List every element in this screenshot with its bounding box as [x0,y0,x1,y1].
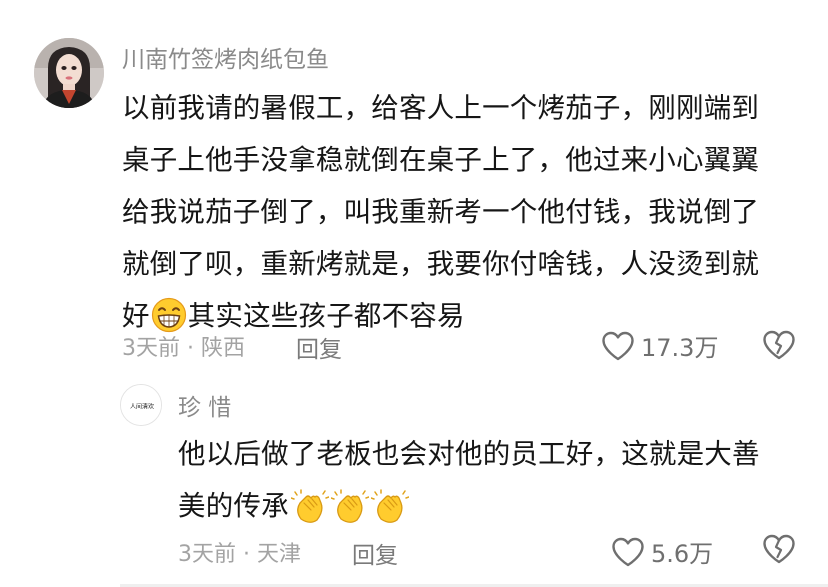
like-button[interactable]: 17.3万 [601,328,718,363]
comment-text: 以前我请的暑假工，给客人上一个烤茄子，刚刚端到 桌子上他手没拿稳就倒在桌子上了，… [122,82,759,342]
clapping-hands-emoji [290,489,329,523]
comment-text-line: 桌子上他手没拿稳就倒在桌子上了，他过来小心翼翼 [122,144,760,176]
dislike-button[interactable] [762,330,796,364]
comment-text-fragment: 美的传承 [178,490,289,522]
heart-outline-icon [612,537,644,566]
like-count: 5.6万 [651,540,714,568]
avatar-text: 人间清欢 [130,403,154,411]
reply-button[interactable]: 回复 [352,536,398,570]
comment-text-line: 美的传承 [178,480,760,533]
reply-button[interactable]: 回复 [296,330,342,364]
comment-meta: 3天前 · 陕西 [122,330,245,362]
comment-meta: 3天前 · 天津 [178,536,301,568]
broken-heart-icon [763,330,795,360]
dislike-button[interactable] [762,534,796,568]
comment-username[interactable]: 川南竹签烤肉纸包鱼 [122,40,329,74]
comment-location: 陕西 [201,336,246,361]
user-avatar[interactable] [34,38,104,108]
comment-username[interactable]: 珍 惜 [178,388,231,422]
comment-text-line: 以前我请的暑假工，给客人上一个烤茄子，刚刚端到 [122,92,760,124]
comment-text-line: 给我说茄子倒了，叫我重新考一个他付钱，我说倒了 [122,196,760,228]
text-logo-avatar: 人间清欢 [121,385,161,425]
heart-outline-icon [602,331,634,360]
grinning-face-emoji [151,297,186,333]
comment-location: 天津 [257,542,302,567]
comment-text-fragment: 其实这些孩子都不容易 [187,300,465,332]
user-avatar[interactable]: 人间清欢 [120,384,162,426]
clapping-hands-emoji [370,489,409,523]
woman-portrait-avatar [34,38,104,108]
like-count: 17.3万 [641,334,719,362]
like-button[interactable]: 5.6万 [611,534,713,569]
clapping-hands-emoji-group [290,481,409,533]
comment-text-fragment: 好 [122,300,150,332]
meta-separator: · [243,542,250,567]
meta-separator: · [187,336,194,361]
comment-text-line: 就倒了呗，重新烤就是，我要你付啥钱，人没烫到就 [122,248,760,280]
comment-text-line: 他以后做了老板也会对他的员工好，这就是大善 [178,438,760,470]
comment-text: 他以后做了老板也会对他的员工好，这就是大善 美的传承 [178,428,760,533]
broken-heart-icon [763,534,795,564]
comment-item: 川南竹签烤肉纸包鱼 以前我请的暑假工，给客人上一个烤茄子，刚刚端到 桌子上他手没… [0,0,828,380]
clapping-hands-emoji [330,489,369,523]
comment-time: 3天前 [122,336,180,361]
comment-time: 3天前 [178,542,236,567]
